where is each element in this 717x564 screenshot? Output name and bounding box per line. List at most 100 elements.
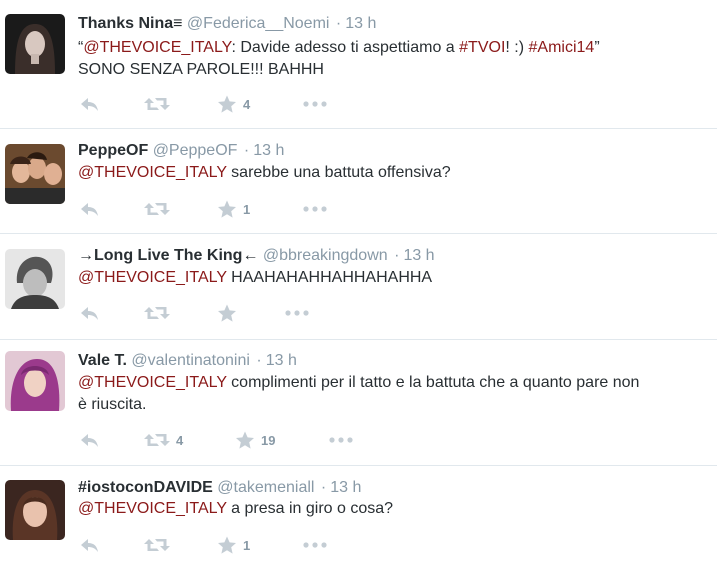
retweet-button[interactable] — [144, 198, 176, 220]
quote-close: ” — [594, 39, 600, 56]
retweet-button[interactable] — [144, 302, 176, 324]
more-dots-icon — [303, 542, 327, 548]
text-segment: è riuscita. — [78, 396, 147, 413]
retweet-button[interactable] — [144, 93, 176, 115]
avatar[interactable] — [5, 249, 65, 309]
favorite-count: 19 — [261, 432, 276, 448]
avatar[interactable] — [5, 480, 65, 540]
separator: · — [243, 142, 250, 159]
favorite-button[interactable] — [217, 302, 243, 324]
avatar[interactable] — [5, 144, 65, 204]
timestamp[interactable]: 13 h — [330, 479, 361, 496]
star-icon — [217, 95, 237, 114]
tweet-item[interactable]: #iostoconDAVIDE @takemeniall · 13 h @THEV… — [0, 466, 717, 564]
separator: · — [394, 247, 400, 264]
retweet-button[interactable]: 4 — [144, 429, 183, 451]
more-dots-icon — [285, 310, 309, 316]
mention-link[interactable]: @THEVOICE_ITALY — [78, 500, 227, 517]
more-button[interactable] — [329, 429, 353, 451]
reply-button[interactable] — [80, 198, 100, 220]
hashtag-link[interactable]: #TVOI — [459, 39, 505, 56]
timestamp[interactable]: 13 h — [266, 352, 297, 369]
timestamp[interactable]: 13 h — [403, 247, 434, 264]
tweet-header: PeppeOF @PeppeOF · 13 h — [78, 141, 284, 161]
tweet-timeline: Thanks Nina≡ @Federica__Noemi · 13 h “@TH… — [0, 0, 717, 564]
tweet-text: @THEVOICE_ITALY complimenti per il tatto… — [78, 372, 708, 416]
more-dots-icon — [303, 101, 327, 107]
tweet-header: →Long Live The King← @bbreakingdown · 13 … — [78, 246, 435, 266]
separator: · — [335, 15, 342, 32]
retweet-icon — [144, 201, 170, 217]
tweet-text: @THEVOICE_ITALY HAAHAHAHHAHHAHAHHA — [78, 267, 708, 289]
avatar[interactable] — [5, 351, 65, 411]
timestamp[interactable]: 13 h — [253, 142, 284, 159]
star-icon — [217, 304, 237, 323]
screen-name[interactable]: @bbreakingdown — [263, 247, 388, 264]
screen-name[interactable]: @takemeniall — [217, 479, 314, 496]
mention-link[interactable]: @THEVOICE_ITALY — [83, 39, 231, 56]
screen-name[interactable]: @PeppeOF — [153, 142, 238, 159]
mention-link[interactable]: @THEVOICE_ITALY — [78, 374, 227, 391]
text-segment: HAAHAHAHHAHHAHAHHA — [226, 269, 433, 286]
reply-icon — [80, 537, 100, 553]
reply-button[interactable] — [80, 93, 100, 115]
screen-name[interactable]: @Federica__Noemi — [187, 15, 330, 32]
more-button[interactable] — [303, 534, 327, 556]
reply-icon — [80, 432, 100, 448]
tweet-text: @THEVOICE_ITALY a presa in giro o cosa? — [78, 498, 708, 520]
tweet-header: Vale T. @valentinatonini · 13 h — [78, 351, 297, 371]
tweet-item[interactable]: Thanks Nina≡ @Federica__Noemi · 13 h “@TH… — [0, 0, 717, 129]
tweet-item[interactable]: PeppeOF @PeppeOF · 13 h @THEVOICE_ITALY s… — [0, 129, 717, 234]
favorite-button[interactable]: 1 — [217, 198, 250, 220]
tweet-header: Thanks Nina≡ @Federica__Noemi · 13 h — [78, 14, 376, 34]
reply-button[interactable] — [80, 534, 100, 556]
text-segment: a presa in giro o cosa? — [226, 500, 394, 517]
favorite-count: 1 — [243, 201, 251, 217]
more-dots-icon — [329, 437, 353, 443]
reply-icon — [80, 201, 100, 217]
favorite-count: 4 — [243, 96, 251, 112]
tweet-item[interactable]: Vale T. @valentinatonini · 13 h @THEVOICE… — [0, 340, 717, 466]
more-dots-icon — [303, 206, 327, 212]
text-segment: SONO SENZA PAROLE!!! BAHHH — [78, 61, 324, 78]
star-icon — [217, 200, 237, 219]
author-name[interactable]: Vale T. — [78, 352, 127, 369]
favorite-button[interactable]: 19 — [235, 429, 275, 451]
more-button[interactable] — [303, 198, 327, 220]
text-segment: sarebbe una battuta offensiva? — [226, 164, 451, 181]
retweet-button[interactable] — [144, 534, 176, 556]
tweet-item[interactable]: →Long Live The King← @bbreakingdown · 13 … — [0, 234, 717, 340]
author-name[interactable]: →Long Live The King← — [78, 247, 258, 264]
favorite-button[interactable]: 1 — [217, 534, 250, 556]
author-name[interactable]: #iostoconDAVIDE — [78, 479, 213, 496]
retweet-icon — [144, 96, 170, 112]
retweet-icon — [144, 537, 170, 553]
mention-link[interactable]: @THEVOICE_ITALY — [78, 164, 227, 181]
retweet-icon — [144, 432, 170, 448]
reply-icon — [80, 96, 100, 112]
star-icon — [217, 536, 237, 555]
star-icon — [235, 431, 255, 450]
timestamp[interactable]: 13 h — [345, 15, 376, 32]
more-button[interactable] — [303, 93, 327, 115]
text-segment: ! :) — [505, 39, 529, 56]
separator: · — [320, 479, 327, 496]
text-segment: complimenti per il tatto e la battuta ch… — [226, 374, 640, 391]
mention-link[interactable]: @THEVOICE_ITALY — [78, 269, 227, 286]
hashtag-link[interactable]: #Amici14 — [529, 39, 595, 56]
favorite-button[interactable]: 4 — [217, 93, 250, 115]
screen-name[interactable]: @valentinatonini — [131, 352, 250, 369]
text-segment: : Davide adesso ti aspettiamo a — [231, 39, 460, 56]
favorite-count: 1 — [243, 537, 251, 553]
author-name[interactable]: Thanks Nina≡ — [78, 15, 182, 32]
tweet-text: “@THEVOICE_ITALY: Davide adesso ti aspet… — [78, 37, 708, 81]
retweet-count: 4 — [176, 432, 184, 448]
author-name[interactable]: PeppeOF — [78, 142, 148, 159]
tweet-text: @THEVOICE_ITALY sarebbe una battuta offe… — [78, 162, 708, 184]
retweet-icon — [144, 305, 170, 321]
avatar[interactable] — [5, 14, 65, 74]
tweet-header: #iostoconDAVIDE @takemeniall · 13 h — [78, 478, 361, 498]
reply-button[interactable] — [80, 429, 100, 451]
more-button[interactable] — [285, 302, 309, 324]
reply-button[interactable] — [80, 302, 100, 324]
